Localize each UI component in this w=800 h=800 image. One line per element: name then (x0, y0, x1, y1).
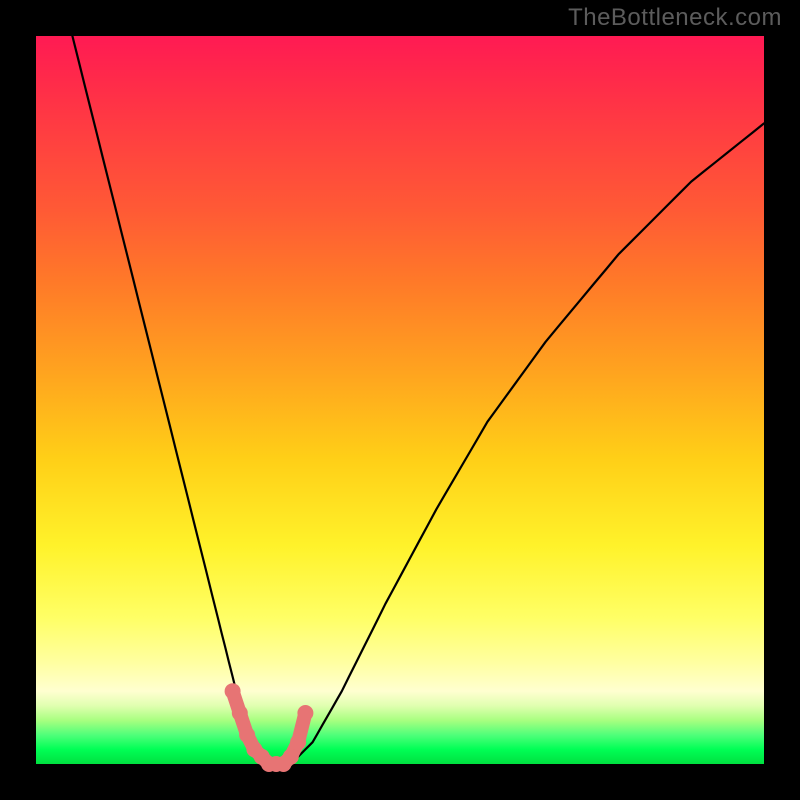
chart-frame: TheBottleneck.com (0, 0, 800, 800)
watermark-text: TheBottleneck.com (568, 4, 782, 32)
plot-gradient-background (36, 36, 764, 764)
